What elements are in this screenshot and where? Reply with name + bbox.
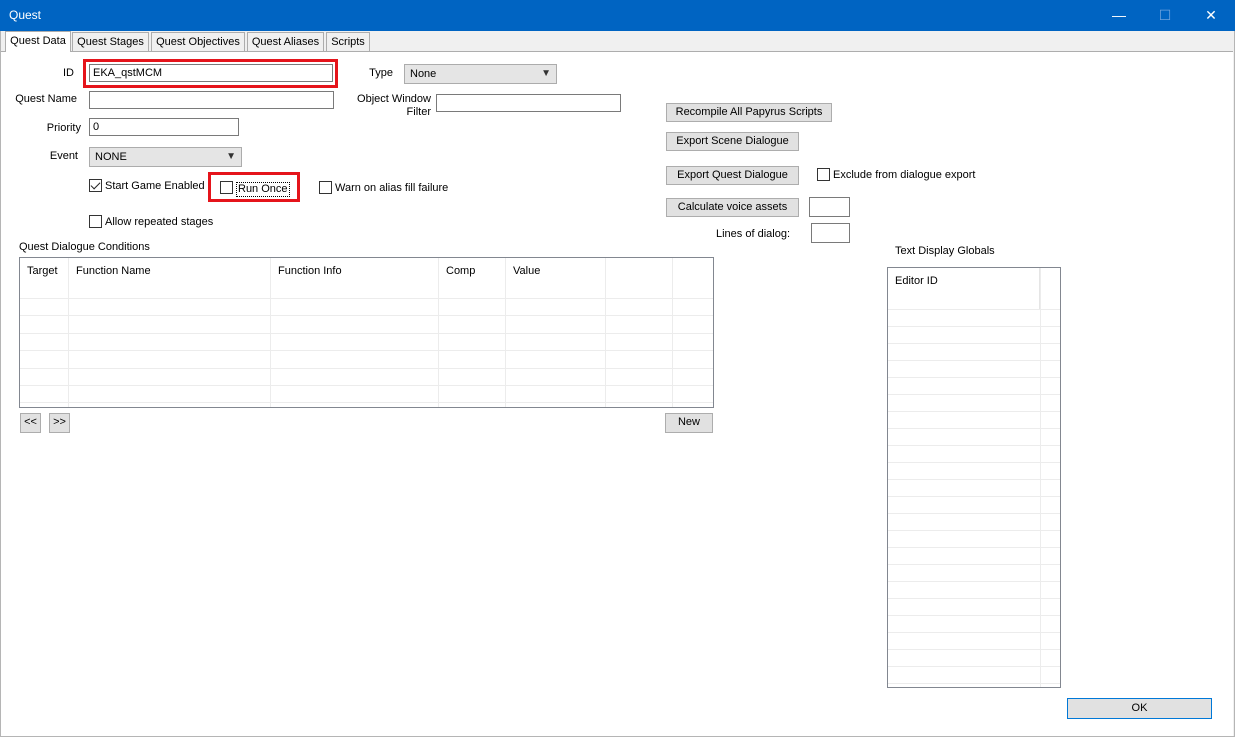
- window-title: Quest: [9, 8, 42, 22]
- run-once-highlight-box: [208, 172, 300, 202]
- grid-divider: [1040, 268, 1041, 687]
- grid-line: [888, 632, 1060, 633]
- event-dropdown[interactable]: NONE ▼: [89, 147, 242, 167]
- type-value: None: [410, 68, 437, 80]
- grid-line: [888, 377, 1060, 378]
- column-header-extra[interactable]: [606, 258, 673, 298]
- tab-quest-aliases[interactable]: Quest Aliases: [247, 32, 324, 51]
- quest-name-input[interactable]: [89, 91, 334, 109]
- grid-line: [888, 581, 1060, 582]
- grid-line: [888, 513, 1060, 514]
- column-header-target[interactable]: Target: [20, 258, 69, 298]
- exclude-dialogue-checkbox[interactable]: [817, 168, 830, 181]
- tab-quest-objectives[interactable]: Quest Objectives: [151, 32, 245, 51]
- type-label: Type: [369, 67, 393, 79]
- grid-divider: [270, 258, 271, 407]
- warn-alias-checkbox[interactable]: [319, 181, 332, 194]
- export-quest-dialogue-button[interactable]: Export Quest Dialogue: [666, 166, 799, 185]
- calculate-voice-assets-button[interactable]: Calculate voice assets: [666, 198, 799, 217]
- warn-alias-label: Warn on alias fill failure: [335, 182, 449, 194]
- type-dropdown[interactable]: None ▼: [404, 64, 557, 84]
- voice-assets-field[interactable]: [809, 197, 850, 217]
- grid-line: [888, 411, 1060, 412]
- grid-line: [888, 343, 1060, 344]
- priority-label: Priority: [46, 122, 81, 134]
- object-window-label-line1: Object Window: [357, 93, 431, 105]
- object-window-label-line2: Filter: [406, 106, 431, 118]
- tab-quest-stages[interactable]: Quest Stages: [72, 32, 149, 51]
- quest-name-label: Quest Name: [15, 93, 77, 105]
- grid-line: [888, 649, 1060, 650]
- close-button[interactable]: ✕: [1188, 0, 1234, 31]
- allow-repeated-label: Allow repeated stages: [105, 216, 214, 228]
- grid-line: [888, 615, 1060, 616]
- grid-line: [888, 428, 1060, 429]
- grid-line: [20, 385, 713, 386]
- grid-line: [888, 598, 1060, 599]
- grid-line: [888, 360, 1060, 361]
- grid-divider: [438, 258, 439, 407]
- grid-line: [20, 402, 713, 403]
- event-label: Event: [49, 150, 78, 162]
- grid-line: [20, 333, 713, 334]
- globals-title: Text Display Globals: [895, 245, 995, 257]
- column-header-value[interactable]: Value: [506, 258, 606, 298]
- grid-line: [20, 298, 713, 299]
- grid-line: [888, 683, 1060, 684]
- minimize-button[interactable]: —: [1096, 0, 1142, 31]
- grid-line: [20, 368, 713, 369]
- grid-line: [20, 315, 713, 316]
- tab-scripts[interactable]: Scripts: [326, 32, 370, 51]
- tab-quest-data[interactable]: Quest Data: [5, 31, 71, 52]
- previous-button[interactable]: <<: [20, 413, 41, 433]
- allow-repeated-checkbox[interactable]: [89, 215, 102, 228]
- grid-line: [888, 479, 1060, 480]
- event-value: NONE: [95, 151, 127, 163]
- grid-line: [888, 394, 1060, 395]
- next-button[interactable]: >>: [49, 413, 70, 433]
- exclude-dialogue-label: Exclude from dialogue export: [833, 169, 976, 181]
- grid-divider: [505, 258, 506, 407]
- grid-line: [888, 326, 1060, 327]
- grid-divider: [672, 258, 673, 407]
- lines-of-dialog-label: Lines of dialog:: [716, 228, 790, 240]
- grid-divider: [68, 258, 69, 407]
- title-bar[interactable]: Quest — ☐ ✕: [0, 0, 1235, 31]
- column-header-function-name[interactable]: Function Name: [69, 258, 271, 298]
- ok-button[interactable]: OK: [1067, 698, 1212, 719]
- globals-list[interactable]: Editor ID: [887, 267, 1061, 688]
- grid-line: [888, 309, 1060, 310]
- id-label: ID: [63, 67, 74, 79]
- column-header-comp[interactable]: Comp: [439, 258, 506, 298]
- column-header-editor-id[interactable]: Editor ID: [888, 268, 1040, 309]
- column-header-function-info[interactable]: Function Info: [271, 258, 439, 298]
- export-scene-dialogue-button[interactable]: Export Scene Dialogue: [666, 132, 799, 151]
- start-game-enabled-label: Start Game Enabled: [105, 180, 205, 192]
- id-highlight-box: [83, 59, 338, 88]
- grid-line: [888, 547, 1060, 548]
- chevron-down-icon: ▼: [226, 151, 236, 162]
- grid-line: [888, 496, 1060, 497]
- priority-input[interactable]: 0: [89, 118, 239, 136]
- conditions-title: Quest Dialogue Conditions: [19, 241, 150, 253]
- conditions-table[interactable]: Target Function Name Function Info Comp …: [19, 257, 714, 408]
- grid-line: [888, 564, 1060, 565]
- grid-line: [888, 462, 1060, 463]
- lines-of-dialog-field[interactable]: [811, 223, 850, 243]
- grid-divider: [605, 258, 606, 407]
- new-condition-button[interactable]: New: [665, 413, 713, 433]
- grid-line: [888, 445, 1060, 446]
- start-game-enabled-checkbox[interactable]: [89, 179, 102, 192]
- object-window-filter-input[interactable]: [436, 94, 621, 112]
- chevron-down-icon: ▼: [541, 68, 551, 79]
- grid-line: [20, 350, 713, 351]
- recompile-scripts-button[interactable]: Recompile All Papyrus Scripts: [666, 103, 832, 122]
- grid-line: [888, 666, 1060, 667]
- grid-line: [888, 530, 1060, 531]
- maximize-button[interactable]: ☐: [1142, 0, 1188, 31]
